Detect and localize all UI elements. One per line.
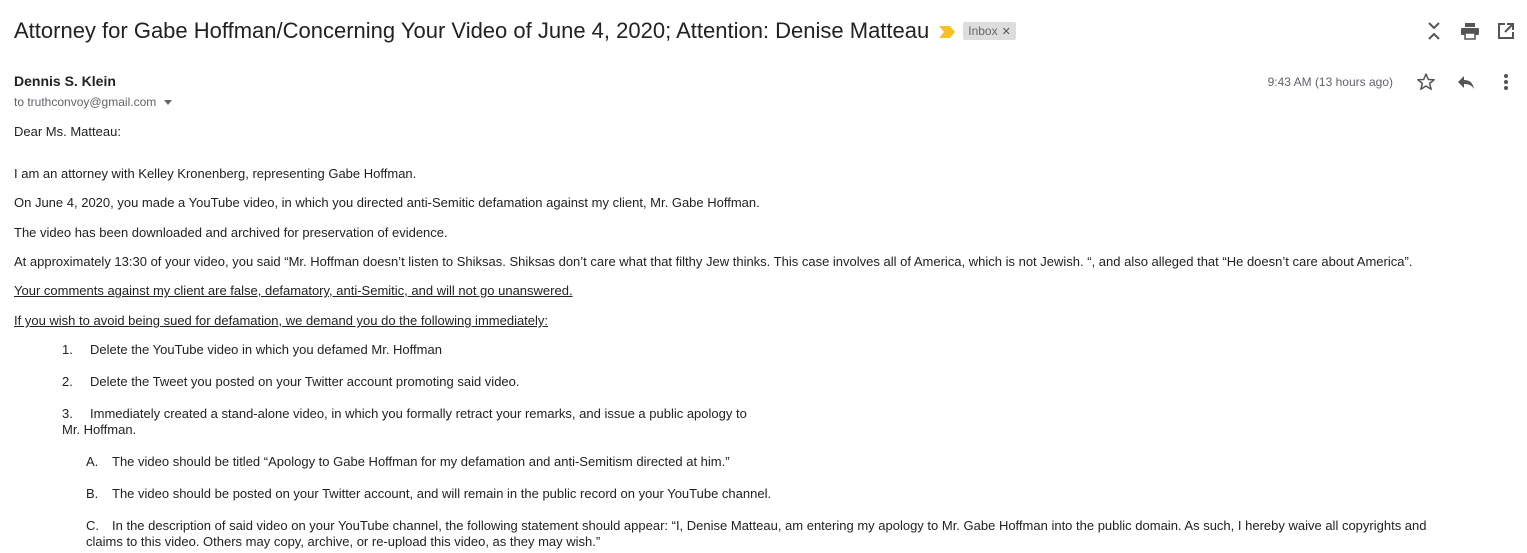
sub-list-item: C. In the description of said video on yo… (14, 518, 1519, 534)
sub-list-text: The video should be posted on your Twitt… (112, 486, 772, 501)
list-text: Delete the YouTube video in which you de… (90, 342, 442, 357)
list-item-continuation: Mr. Hoffman. (62, 422, 137, 437)
sub-list-letter: B. (86, 486, 99, 501)
message-body: Dear Ms. Matteau: I am an attorney with … (14, 124, 1519, 550)
email-subject: Attorney for Gabe Hoffman/Concerning You… (14, 18, 930, 43)
remove-label-icon[interactable]: ✕ (1002, 25, 1011, 38)
sub-list-letter: A. (86, 454, 99, 469)
collapse-all-icon[interactable] (1423, 20, 1445, 42)
list-number: 3. (62, 406, 73, 421)
body-paragraph: On June 4, 2020, you made a YouTube vide… (14, 195, 760, 210)
message-meta: 9:43 AM (13 hours ago) (1268, 71, 1517, 93)
list-number: 1. (62, 342, 73, 357)
body-paragraph: I am an attorney with Kelley Kronenberg,… (14, 166, 417, 181)
body-paragraph: The video has been downloaded and archiv… (14, 225, 448, 240)
sub-list-text: The video should be titled “Apology to G… (112, 454, 730, 469)
sub-list-item: A. The video should be titled “Apology to… (14, 454, 1519, 470)
body-paragraph: At approximately 13:30 of your video, yo… (14, 254, 1413, 269)
list-number: 2. (62, 374, 73, 389)
inbox-label-chip[interactable]: Inbox ✕ (963, 22, 1016, 40)
list-text: Immediately created a stand-alone video,… (90, 406, 747, 421)
open-in-new-window-icon[interactable] (1495, 20, 1517, 42)
more-vert-icon[interactable] (1495, 71, 1517, 93)
sub-list-letter: C. (86, 518, 99, 533)
sender-name: Dennis S. Klein (14, 73, 116, 89)
recipient-text: to truthconvoy@gmail.com (14, 95, 157, 109)
sub-list-text: In the description of said video on your… (112, 518, 1427, 533)
message-time: 9:43 AM (13 hours ago) (1267, 75, 1393, 89)
reply-icon[interactable] (1455, 71, 1477, 93)
list-item: 1. Delete the YouTube video in which you … (14, 342, 1519, 358)
show-details-icon[interactable] (164, 99, 173, 105)
list-item: 2. Delete the Tweet you posted on your Tw… (14, 374, 1519, 390)
body-paragraph-underlined: Your comments against my client are fals… (14, 283, 573, 298)
recipient-line: to truthconvoy@gmail.com (14, 95, 173, 109)
body-paragraph-underlined: If you wish to avoid being sued for defa… (14, 313, 549, 328)
list-text: Delete the Tweet you posted on your Twit… (90, 374, 520, 389)
subject-row: Attorney for Gabe Hoffman/Concerning You… (14, 16, 1016, 46)
thread-actions (1423, 20, 1517, 42)
greeting: Dear Ms. Matteau: (14, 124, 121, 139)
star-icon[interactable] (1415, 71, 1437, 93)
sub-list-item: B. The video should be posted on your Twi… (14, 486, 1519, 502)
inbox-label-text: Inbox (968, 24, 998, 38)
sub-list-item-continuation: claims to this video. Others may copy, a… (86, 534, 601, 549)
list-item: 3. Immediately created a stand-alone vide… (14, 406, 1519, 422)
print-icon[interactable] (1459, 20, 1481, 42)
importance-marker-icon[interactable] (939, 25, 956, 38)
